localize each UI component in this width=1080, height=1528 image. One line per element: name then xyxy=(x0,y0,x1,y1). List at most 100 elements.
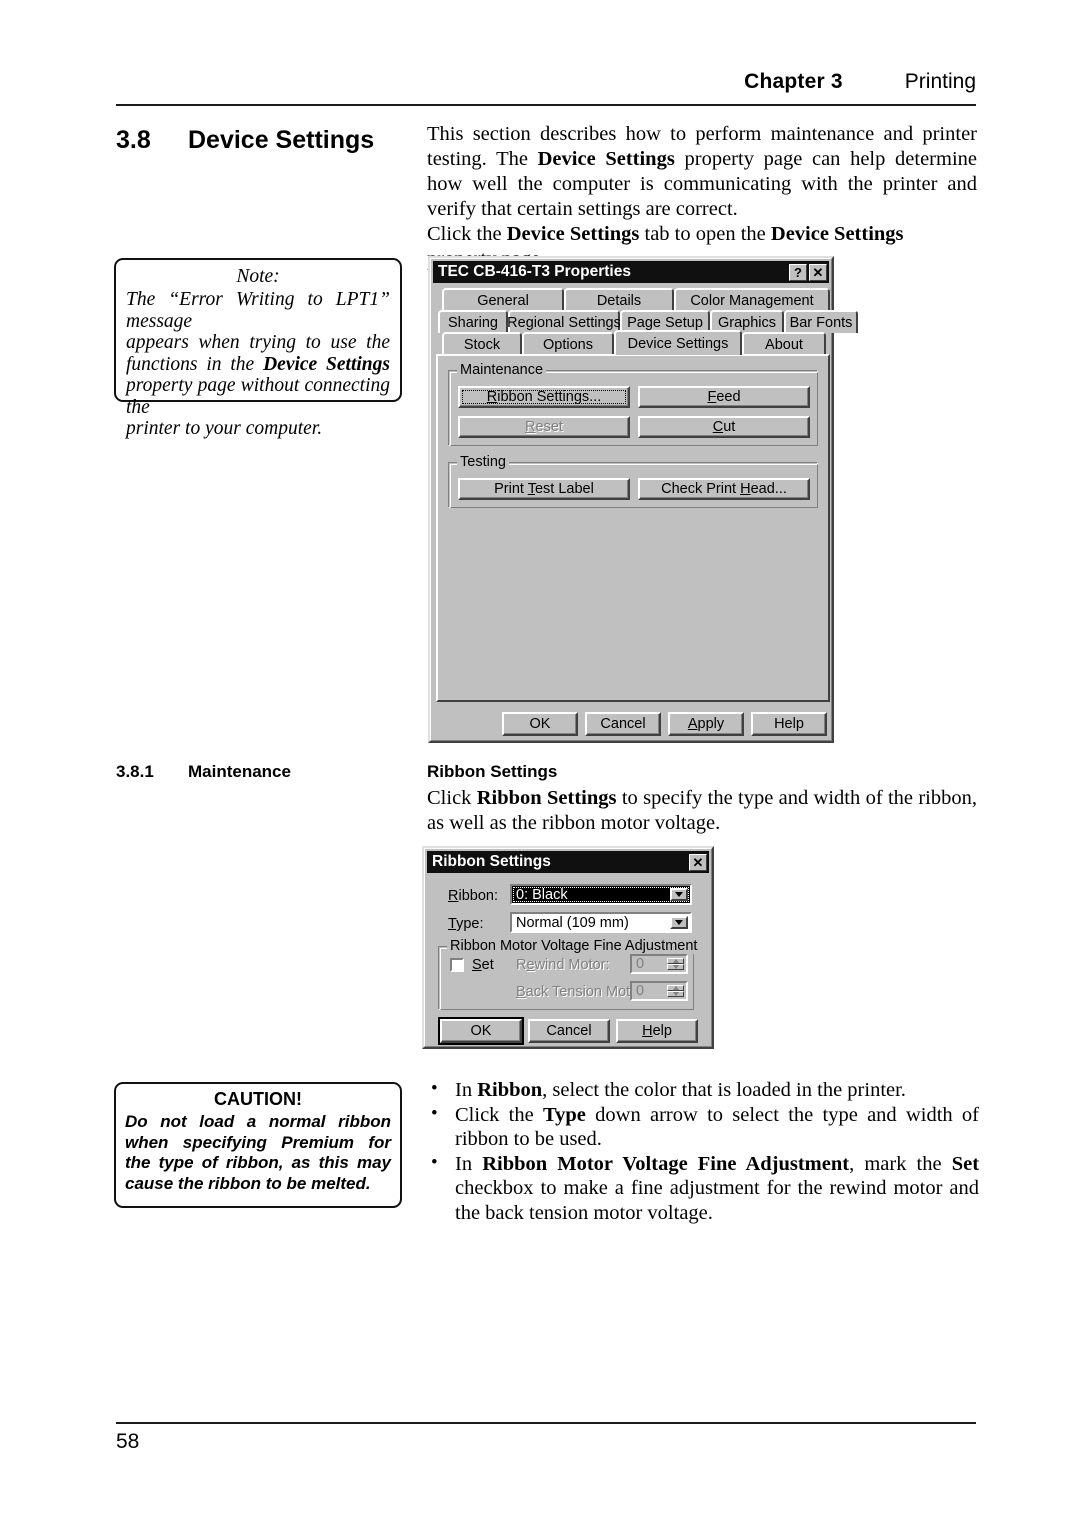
properties-apply-button[interactable]: Apply xyxy=(668,712,744,736)
tab-color-management[interactable]: Color Management xyxy=(674,288,830,311)
caution-callout: CAUTION! Do not load a normal ribbon whe… xyxy=(114,1082,402,1208)
page-title: Device Settings xyxy=(188,126,375,154)
page-number: 58 xyxy=(116,1430,140,1453)
rewind-motor-stepper xyxy=(667,958,684,970)
properties-title: TEC CB-416-T3 Properties xyxy=(438,263,631,280)
page-header: Chapter 3 Printing xyxy=(116,70,976,94)
intro-text: This section describes how to perform ma… xyxy=(427,122,977,272)
printer-properties-dialog[interactable]: TEC CB-416-T3 Properties ? ✕ General Det… xyxy=(428,256,858,743)
tab-stock[interactable]: Stock xyxy=(442,332,522,355)
back-tension-motor-stepper xyxy=(667,985,684,997)
stepper-down-icon xyxy=(667,991,684,997)
note-title: Note: xyxy=(236,266,280,287)
ribbon-ok-button[interactable]: OK xyxy=(438,1017,524,1045)
rewind-motor-value: 0 xyxy=(636,956,645,972)
reset-button-label: Reset xyxy=(525,419,563,435)
properties-titlebar[interactable]: TEC CB-416-T3 Properties ? ✕ xyxy=(433,261,829,283)
document-page: Chapter 3 Printing 3.8 Device Settings Th… xyxy=(0,0,1080,1528)
close-icon[interactable]: ✕ xyxy=(689,853,707,871)
ribbon-settings-button[interactable]: Ribbon Settings... xyxy=(458,386,630,408)
ribbon-settings-dialog[interactable]: Ribbon Settings ✕ Ribbon: 0: Black Type:… xyxy=(422,846,714,1049)
caution-line-3: the type of ribbon, as this may xyxy=(125,1153,391,1172)
properties-cancel-button[interactable]: Cancel xyxy=(585,712,661,736)
header-chapter: Chapter 3 xyxy=(744,70,843,93)
maintenance-group-label: Maintenance xyxy=(457,362,547,378)
note-body: The “Error Writing to LPT1” message appe… xyxy=(126,289,390,440)
ribbon-cancel-label: Cancel xyxy=(546,1023,592,1039)
cut-button[interactable]: Cut xyxy=(638,416,810,438)
tab-regional-settings[interactable]: Regional Settings xyxy=(507,310,621,333)
list-item: Click the Type down arrow to select the … xyxy=(427,1102,979,1152)
properties-help-button[interactable]: Help xyxy=(751,712,827,736)
properties-help-label: Help xyxy=(774,716,804,732)
ribbon-ok-label: OK xyxy=(470,1023,492,1039)
tab-device-settings[interactable]: Device Settings xyxy=(614,330,742,355)
properties-cancel-label: Cancel xyxy=(600,716,646,732)
ribbon-settings-button-label: Ribbon Settings... xyxy=(486,389,602,405)
ribbon-dialog-title: Ribbon Settings xyxy=(432,853,551,870)
testing-group-label: Testing xyxy=(457,454,509,470)
caution-line-1: Do not load a normal ribbon xyxy=(125,1112,391,1131)
caution-line-2: when specifying Premium for xyxy=(125,1132,391,1152)
ribbon-settings-heading: Ribbon Settings xyxy=(427,762,558,781)
help-icon[interactable]: ? xyxy=(789,263,807,281)
note-callout: Note: The “Error Writing to LPT1” messag… xyxy=(114,258,402,439)
note-line-2: appears when trying to use the xyxy=(126,332,390,353)
tab-details[interactable]: Details xyxy=(564,288,674,311)
cut-button-label: Cut xyxy=(712,419,736,435)
type-combo[interactable]: Normal (109 mm) xyxy=(510,912,692,933)
note-line-3: functions in the Device Settings xyxy=(126,353,390,375)
ribbon-combo[interactable]: 0: Black xyxy=(510,884,692,905)
print-test-label-button-label: Print Test Label xyxy=(494,481,594,497)
note-line-5: printer to your computer. xyxy=(126,418,323,439)
ribbon-combo-value: 0: Black xyxy=(516,886,568,903)
header-section: Printing xyxy=(904,70,976,93)
ribbon-cancel-button[interactable]: Cancel xyxy=(528,1019,610,1043)
tab-sharing[interactable]: Sharing xyxy=(438,310,508,333)
properties-ok-label: OK xyxy=(529,716,551,732)
ribbon-titlebar[interactable]: Ribbon Settings ✕ xyxy=(427,851,709,873)
caution-line-4: cause the ribbon to be melted. xyxy=(125,1173,371,1193)
list-item: In Ribbon Motor Voltage Fine Adjustment,… xyxy=(427,1151,979,1226)
set-checkbox[interactable] xyxy=(450,958,464,972)
set-checkbox-label: Set xyxy=(472,957,494,973)
type-combo-value: Normal (109 mm) xyxy=(516,914,629,931)
tab-bar-fonts[interactable]: Bar Fonts xyxy=(784,310,858,333)
note-line-1: The “Error Writing to LPT1” message xyxy=(126,289,390,332)
device-settings-pane: Maintenance Ribbon Settings... Feed Rese… xyxy=(436,354,830,702)
rewind-motor-field: 0 xyxy=(630,954,688,974)
footer-rule xyxy=(116,1422,976,1424)
caution-title: CAUTION! xyxy=(214,1089,302,1109)
print-test-label-button[interactable]: Print Test Label xyxy=(458,478,630,500)
type-field-label: Type: xyxy=(448,916,484,932)
ribbon-field-label: Ribbon: xyxy=(448,888,498,904)
caution-body: Do not load a normal ribbon when specify… xyxy=(125,1112,391,1194)
tab-about[interactable]: About xyxy=(742,332,826,355)
tab-options[interactable]: Options xyxy=(522,332,614,355)
stepper-down-icon xyxy=(667,964,684,970)
feed-button[interactable]: Feed xyxy=(638,386,810,408)
back-tension-motor-value: 0 xyxy=(636,983,645,999)
ribbon-motor-voltage-group-label: Ribbon Motor Voltage Fine Adjustment xyxy=(447,938,701,954)
check-print-head-button[interactable]: Check Print Head... xyxy=(638,478,810,500)
rewind-motor-label: Rewind Motor: xyxy=(516,957,610,973)
back-tension-motor-field: 0 xyxy=(630,981,688,1001)
back-tension-motor-label: Back Tension Motor: xyxy=(516,984,648,1000)
properties-apply-label: Apply xyxy=(687,716,725,732)
chevron-down-icon[interactable] xyxy=(670,888,688,901)
subsection-title: Maintenance xyxy=(188,762,291,781)
properties-ok-button[interactable]: OK xyxy=(502,712,578,736)
feed-button-label: Feed xyxy=(707,389,741,405)
reset-button: Reset xyxy=(458,416,630,438)
tab-general[interactable]: General xyxy=(442,288,564,311)
close-icon[interactable]: ✕ xyxy=(809,263,827,281)
section-number: 3.8 xyxy=(116,126,151,154)
note-line-4: property page without connecting the xyxy=(126,375,390,418)
check-print-head-button-label: Check Print Head... xyxy=(661,481,787,497)
list-item: In Ribbon, select the color that is load… xyxy=(427,1077,979,1103)
subsection-number: 3.8.1 xyxy=(116,762,154,781)
ribbon-help-button[interactable]: Help xyxy=(616,1019,698,1043)
instruction-list: In Ribbon, select the color that is load… xyxy=(427,1077,979,1226)
ribbon-help-label: Help xyxy=(642,1023,672,1039)
chevron-down-icon[interactable] xyxy=(670,916,688,929)
